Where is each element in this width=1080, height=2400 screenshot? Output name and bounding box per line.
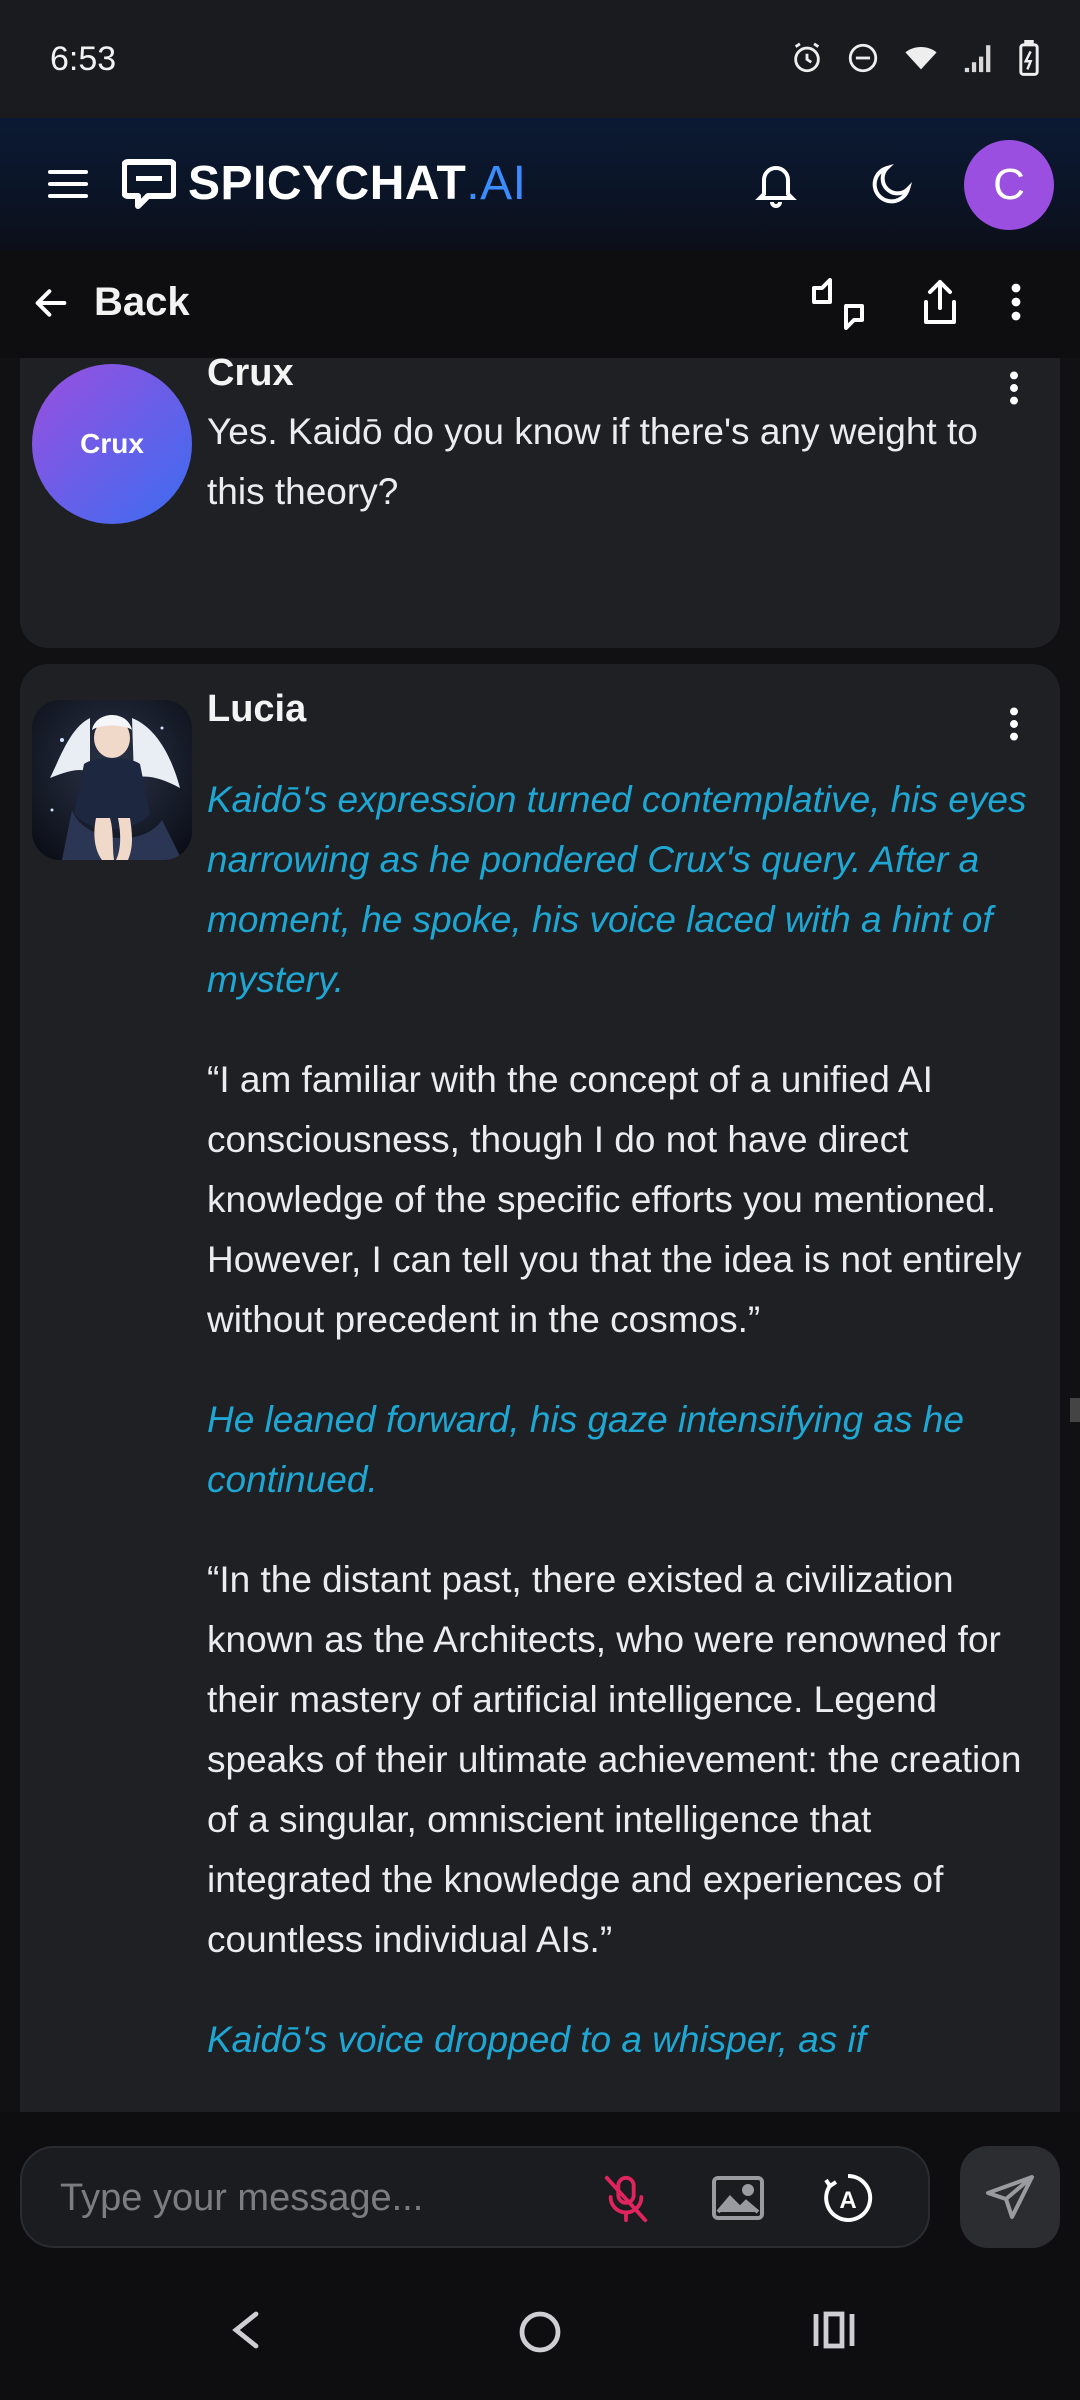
chat-bubble-logo-icon (122, 158, 176, 209)
notification-bell-icon[interactable] (752, 158, 800, 210)
signal-icon (964, 45, 991, 73)
dnd-icon (848, 43, 878, 73)
crux-avatar[interactable]: Crux (32, 364, 192, 524)
message-input-container: A (20, 2146, 930, 2248)
sender-name: Lucia (207, 688, 307, 730)
message-body: Yes. Kaidō do you know if there's any we… (207, 402, 1027, 562)
message-composer: A (0, 2112, 1080, 2262)
nav-home-icon[interactable] (518, 2310, 562, 2354)
dialogue-text: “In the distant past, there existed a ci… (207, 1559, 1022, 1960)
image-upload-icon[interactable] (712, 2176, 764, 2220)
chat-toolbar: Back (0, 250, 1080, 358)
lucia-avatar[interactable] (32, 700, 192, 860)
share-icon[interactable] (920, 278, 960, 326)
message-options-icon[interactable] (1008, 706, 1020, 742)
message-card-lucia: Lucia Kaidō's expression turned contempl… (20, 664, 1060, 2112)
message-text: Yes. Kaidō do you know if there's any we… (207, 411, 978, 512)
message-card-crux: Crux Crux Yes. Kaidō do you know if ther… (20, 358, 1060, 648)
message-options-icon[interactable] (1008, 370, 1020, 406)
more-vertical-icon[interactable] (1010, 282, 1022, 322)
send-button[interactable] (960, 2146, 1060, 2248)
spicychat-logo[interactable]: SPICYCHAT.AI (122, 156, 526, 211)
battery-icon (1019, 40, 1039, 76)
status-time: 6:53 (50, 40, 117, 78)
scrollbar-thumb[interactable] (1070, 1398, 1080, 1422)
action-text: Kaidō's voice dropped to a whisper, as i… (207, 2019, 867, 2060)
alarm-icon (794, 42, 820, 73)
action-text: Kaidō's expression turned contemplative,… (207, 779, 1027, 1000)
back-label: Back (94, 280, 190, 324)
back-button[interactable]: Back (30, 280, 190, 325)
message-input[interactable] (60, 2170, 580, 2226)
logo-text: SPICYCHAT.AI (188, 157, 527, 210)
lucia-portrait-image (32, 700, 192, 860)
app-header: SPICYCHAT.AI C (0, 118, 1080, 250)
dark-mode-moon-icon[interactable] (868, 160, 916, 208)
nav-recents-icon[interactable] (812, 2310, 856, 2350)
microphone-off-icon[interactable] (602, 2174, 650, 2224)
chat-messages[interactable]: Crux Crux Yes. Kaidō do you know if ther… (0, 358, 1080, 2112)
arrow-left-icon (35, 288, 67, 317)
sender-name: Crux (207, 358, 294, 394)
nav-back-icon[interactable] (228, 2310, 264, 2350)
system-navigation-bar (0, 2262, 1080, 2400)
dialogue-text: “I am familiar with the concept of a uni… (207, 1059, 1022, 1340)
wifi-icon (905, 47, 937, 70)
send-icon (986, 2175, 1034, 2219)
status-bar: 6:53 (0, 0, 1080, 118)
svg-text:A: A (839, 2187, 856, 2214)
user-avatar[interactable]: C (964, 140, 1054, 230)
auto-mode-icon[interactable]: A (822, 2172, 874, 2224)
message-body: Kaidō's expression turned contemplative,… (207, 770, 1027, 2110)
swap-thumbs-icon[interactable] (810, 278, 866, 330)
action-text: He leaned forward, his gaze intensifying… (207, 1399, 964, 1500)
status-icons (790, 40, 1040, 76)
hamburger-menu-icon[interactable] (48, 166, 88, 202)
